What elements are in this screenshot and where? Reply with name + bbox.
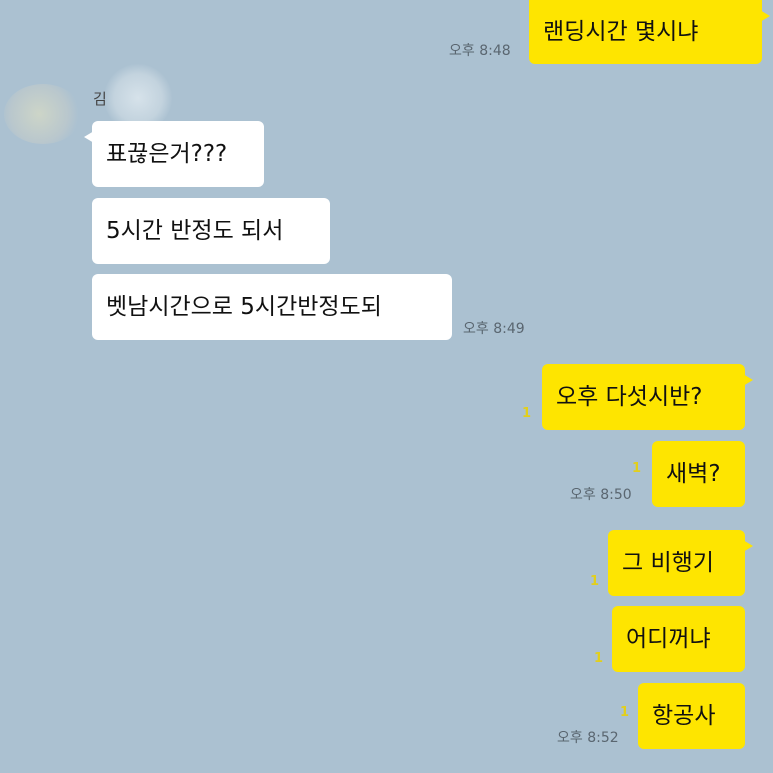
their-message-bubble[interactable]: 벳남시간으로 5시간반정도되 bbox=[92, 274, 452, 340]
my-message-bubble[interactable]: 항공사 bbox=[638, 683, 745, 749]
timestamp: 오후 8:48 bbox=[449, 43, 511, 59]
message-text: 항공사 bbox=[652, 702, 716, 729]
unread-count: 1 bbox=[522, 406, 532, 421]
my-message-bubble[interactable]: 그 비행기 bbox=[608, 530, 753, 596]
message-text: 새벽? bbox=[666, 460, 721, 487]
my-message-bubble[interactable]: 새벽? bbox=[652, 441, 745, 507]
unread-count: 1 bbox=[620, 705, 630, 720]
avatar[interactable] bbox=[4, 84, 82, 144]
timestamp: 오후 8:49 bbox=[463, 321, 525, 337]
their-message-bubble[interactable]: 5시간 반정도 되서 bbox=[92, 198, 330, 264]
sender-name: 김 bbox=[93, 90, 107, 108]
message-text: 5시간 반정도 되서 bbox=[106, 217, 284, 244]
timestamp: 오후 8:52 bbox=[557, 730, 619, 746]
my-message-bubble[interactable]: 오후 다섯시반? bbox=[542, 364, 753, 430]
unread-count: 1 bbox=[590, 574, 600, 589]
my-message-bubble[interactable]: 랜딩시간 몇시냐 bbox=[529, 0, 770, 64]
message-text: 랜딩시간 몇시냐 bbox=[543, 18, 699, 45]
my-message-bubble[interactable]: 어디꺼냐 bbox=[612, 606, 745, 672]
message-text: 벳남시간으로 5시간반정도되 bbox=[106, 293, 382, 320]
unread-count: 1 bbox=[632, 461, 642, 476]
unread-count: 1 bbox=[594, 651, 604, 666]
message-text: 표끊은거??? bbox=[106, 140, 228, 167]
message-text: 그 비행기 bbox=[622, 549, 714, 576]
timestamp: 오후 8:50 bbox=[570, 487, 632, 503]
message-text: 오후 다섯시반? bbox=[556, 383, 703, 410]
message-text: 어디꺼냐 bbox=[626, 625, 711, 652]
their-message-bubble[interactable]: 표끊은거??? bbox=[84, 121, 264, 187]
